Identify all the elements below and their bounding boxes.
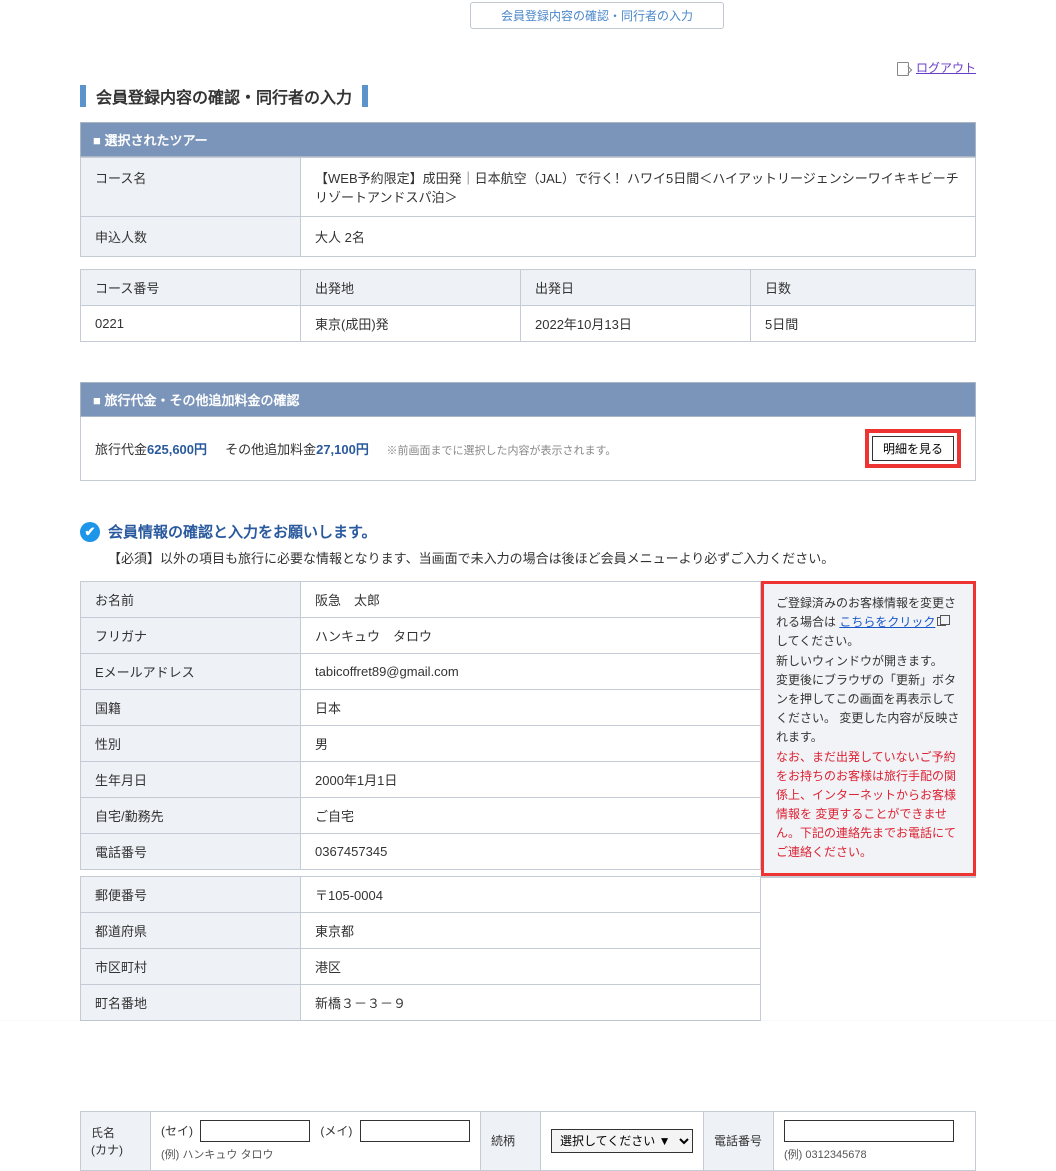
member-check-sub: 【必須】以外の項目も旅行に必要な情報となります、当画面で未入力の場合は後ほど会員… [108,548,976,567]
tour-table: コース名 【WEB予約限定】成田発｜日本航空（JAL）で行く！ハワイ5日間＜ハイ… [80,157,976,257]
companion-namekana-label-2: (カナ) [91,1143,123,1157]
days-value: 5日間 [751,306,976,342]
torn-edge-top [0,1021,1056,1061]
gray-sidebar-spacer [761,876,976,878]
fare-extra-amount: 27,100円 [316,442,369,457]
mei-label: (メイ) [320,1122,352,1139]
mei-input[interactable] [360,1120,470,1142]
member-email-label: Eメールアドレス [81,654,301,690]
member-pref-label: 都道府県 [81,912,301,948]
companion-input-table: 氏名 (カナ) (セイ) (メイ) (例) ハンキュウ タロウ 続柄 選択してく… [80,1111,976,1171]
member-nat-label: 国籍 [81,690,301,726]
fare-extra-label: その他追加料金 [225,442,316,457]
member-pref-value: 東京都 [301,912,761,948]
info-text-3: 変更後にブラウザの「更新」ボタンを押してこの画面を再表示してください。 変更した… [776,673,959,745]
detail-button-highlight: 明細を見る [865,429,961,468]
course-no-value: 0221 [81,306,301,342]
tel-example: (例) 0312345678 [784,1146,965,1162]
page-title: 会員登録内容の確認・同行者の入力 [96,84,352,108]
member-kana-label: フリガナ [81,618,301,654]
member-sex-value: 男 [301,726,761,762]
member-name-value: 阪急 太郎 [301,582,761,618]
title-bar-left [80,85,86,107]
fare-header: ■ 旅行代金・その他追加料金の確認 [80,382,976,417]
member-zip-value: 〒105-0004 [301,876,761,912]
member-email-value: tabicoffret89@gmail.com [301,654,761,690]
fare-main-label: 旅行代金 [95,442,147,457]
member-nat-value: 日本 [301,690,761,726]
check-icon: ✔ [80,522,100,542]
name-example: (例) ハンキュウ タロウ [161,1146,470,1162]
sei-input[interactable] [200,1120,310,1142]
member-dob-label: 生年月日 [81,762,301,798]
fare-note: ※前画面までに選択した内容が表示されます。 [386,445,616,457]
course-no-label: コース番号 [81,270,301,306]
torn-edge-bottom [0,1071,1056,1111]
member-city-value: 港区 [301,948,761,984]
member-addrtype-value: ご自宅 [301,798,761,834]
days-label: 日数 [751,270,976,306]
dep-date-value: 2022年10月13日 [521,306,751,342]
member-street-label: 町名番地 [81,984,301,1020]
dep-place-label: 出発地 [301,270,521,306]
sei-label: (セイ) [161,1122,193,1139]
tour-detail-table: コース番号 出発地 出発日 日数 0221 東京(成田)発 2022年10月13… [80,269,976,342]
course-name-value: 【WEB予約限定】成田発｜日本航空（JAL）で行く！ハワイ5日間＜ハイアットリー… [301,158,976,217]
companion-tel-input[interactable] [784,1120,954,1142]
logout-link[interactable]: ログアウト [916,61,976,75]
pax-value: 大人 2名 [301,217,976,257]
companion-namekana-label-1: 氏名 [91,1126,115,1140]
member-street-value: 新橋３－３－９ [301,984,761,1020]
member-info-table: お名前阪急 太郎 フリガナハンキュウ タロウ Eメールアドレスtabicoffr… [80,581,761,870]
member-check-title: 会員情報の確認と入力をお願いします。 [108,521,377,542]
relation-label: 続柄 [491,1134,515,1148]
info-text-2: 新しいウィンドウが開きます。 [776,654,943,668]
member-city-label: 市区町村 [81,948,301,984]
pax-label: 申込人数 [81,217,301,257]
member-kana-value: ハンキュウ タロウ [301,618,761,654]
relation-select[interactable]: 選択してください ▼ [551,1129,693,1153]
show-detail-button[interactable]: 明細を見る [872,436,954,461]
logout-icon [897,62,909,76]
member-zip-label: 郵便番号 [81,876,301,912]
info-text-red: なお、まだ出発していないご予約をお持ちのお客様は旅行手配の関係上、インターネット… [776,750,956,860]
member-addrtype-label: 自宅/勤務先 [81,798,301,834]
companion-tel-label: 電話番号 [714,1134,762,1148]
tour-panel-header: ■ 選択されたツアー [80,122,976,157]
edit-profile-link[interactable]: こちらをクリック [839,615,935,629]
member-tel-value: 0367457345 [301,834,761,870]
member-name-label: お名前 [81,582,301,618]
edit-info-box: ご登録済みのお客様情報を変更される場合は こちらをクリック してください。 新し… [761,581,976,876]
dep-date-label: 出発日 [521,270,751,306]
member-sex-label: 性別 [81,726,301,762]
title-bar-right [362,85,368,107]
info-text-1b: してください。 [776,634,859,648]
member-info-table-2: 郵便番号〒105-0004 都道府県東京都 市区町村港区 町名番地新橋３－３－９ [80,876,761,1021]
fare-main-amount: 625,600円 [147,442,207,457]
sub-tab-active: 会員登録内容の確認・同行者の入力 [470,2,724,29]
external-link-icon [937,617,946,626]
dep-place-value: 東京(成田)発 [301,306,521,342]
member-dob-value: 2000年1月1日 [301,762,761,798]
course-name-label: コース名 [81,158,301,217]
member-tel-label: 電話番号 [81,834,301,870]
